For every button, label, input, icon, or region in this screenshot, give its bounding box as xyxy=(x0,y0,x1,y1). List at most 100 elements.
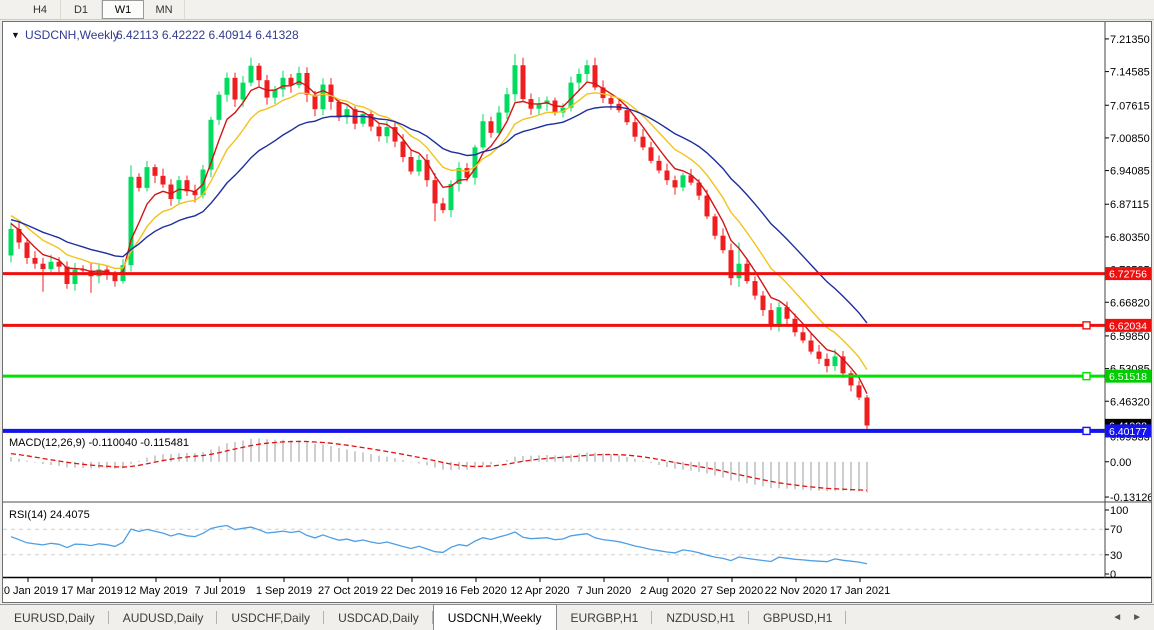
chart-tab-usdchf[interactable]: USDCHF,Daily xyxy=(217,605,324,630)
tabs-scroll-right-icon[interactable]: ► xyxy=(1132,612,1142,623)
line-handle[interactable] xyxy=(1083,373,1090,380)
date-axis-label: 22 Nov 2020 xyxy=(765,585,827,597)
rsi-axis-label: 100 xyxy=(1110,505,1128,517)
candle-body xyxy=(289,78,294,85)
chart-tab-gbpusd[interactable]: GBPUSD,H1 xyxy=(749,605,846,630)
date-axis-label: 16 Feb 2020 xyxy=(445,585,507,597)
candle-body xyxy=(833,356,838,366)
candle-body xyxy=(633,122,638,136)
price-badge-label: 6.40177 xyxy=(1109,426,1147,438)
candle-body xyxy=(681,175,686,187)
candle-body xyxy=(489,121,494,133)
price-badge-label: 6.62034 xyxy=(1109,320,1147,332)
candle-body xyxy=(49,262,54,269)
date-axis-label: 7 Jul 2019 xyxy=(195,585,246,597)
price-axis-label: 6.80350 xyxy=(1110,232,1150,244)
chart-tab-eurusd[interactable]: EURUSD,Daily xyxy=(0,605,109,630)
candle-body xyxy=(305,73,310,95)
chart-tab-usdcad[interactable]: USDCAD,Daily xyxy=(324,605,433,630)
candle-body xyxy=(449,184,454,210)
candle-body xyxy=(665,171,670,181)
candle-body xyxy=(609,98,614,104)
candle-body xyxy=(25,242,30,257)
symbol-dropdown-icon[interactable]: ▼ xyxy=(11,30,20,40)
date-axis-label: 27 Sep 2020 xyxy=(701,585,763,597)
chart-tab-nzdusd[interactable]: NZDUSD,H1 xyxy=(652,605,749,630)
timeframe-button-mn[interactable]: MN xyxy=(144,0,185,19)
candle-body xyxy=(417,160,422,172)
date-axis-label: 17 Mar 2019 xyxy=(61,585,123,597)
chart-tabs-bar: EURUSD,DailyAUDUSD,DailyUSDCHF,DailyUSDC… xyxy=(0,604,1154,630)
candle-body xyxy=(577,74,582,83)
candle-body xyxy=(249,66,254,83)
chart-title-symbol: USDCNH,Weekly xyxy=(25,28,119,42)
chart-tab-eurgbp[interactable]: EURGBP,H1 xyxy=(557,605,653,630)
candle-body xyxy=(217,95,222,120)
candle-body xyxy=(137,177,142,188)
price-badge-label: 6.51518 xyxy=(1109,371,1147,383)
candle-body xyxy=(241,83,246,100)
candle-body xyxy=(433,180,438,203)
date-axis-label: 22 Dec 2019 xyxy=(381,585,443,597)
candle-body xyxy=(441,203,446,210)
candle-body xyxy=(753,281,758,295)
candle-body xyxy=(153,167,158,176)
price-axis-label: 7.07615 xyxy=(1110,100,1150,112)
timeframe-button-h4[interactable]: H4 xyxy=(20,0,61,19)
date-axis-label: 1 Sep 2019 xyxy=(256,585,312,597)
candle-body xyxy=(169,185,174,199)
candle-body xyxy=(233,78,238,100)
candle-body xyxy=(513,65,518,94)
candle-body xyxy=(505,94,510,112)
chart-tab-audusd[interactable]: AUDUSD,Daily xyxy=(109,605,218,630)
timeframe-button-d1[interactable]: D1 xyxy=(61,0,102,19)
price-axis-label: 6.46320 xyxy=(1110,396,1150,408)
candle-body xyxy=(265,80,270,97)
candle-body xyxy=(825,359,830,366)
candle-body xyxy=(225,78,230,95)
candle-body xyxy=(569,83,574,108)
date-axis-label: 2 Aug 2020 xyxy=(640,585,696,597)
chart-tab-usdcnh[interactable]: USDCNH,Weekly xyxy=(433,604,557,630)
candle-body xyxy=(145,167,150,188)
timeframe-button-w1[interactable]: W1 xyxy=(102,0,144,19)
chart-window[interactable]: 7.213507.145857.076157.008506.940856.871… xyxy=(2,21,1152,603)
macd-indicator-label: MACD(12,26,9) -0.110040 -0.115481 xyxy=(9,437,189,449)
date-axis-label: 12 Apr 2020 xyxy=(510,585,569,597)
candle-body xyxy=(777,307,782,324)
candle-body xyxy=(857,385,862,397)
rsi-axis-label: 0 xyxy=(1110,569,1116,581)
candle-body xyxy=(161,176,166,185)
ma-fast-red xyxy=(11,82,867,394)
price-axis-label: 7.00850 xyxy=(1110,133,1150,145)
candle-body xyxy=(401,142,406,157)
candle-body xyxy=(657,161,662,171)
candle-body xyxy=(33,258,38,264)
date-axis-label: 20 Jan 2019 xyxy=(3,585,58,597)
price-axis-label: 7.14585 xyxy=(1110,67,1150,79)
candle-body xyxy=(73,270,78,284)
candle-body xyxy=(361,114,366,124)
candle-body xyxy=(521,65,526,99)
price-axis-label: 6.66820 xyxy=(1110,297,1150,309)
candle-body xyxy=(321,85,326,110)
tabs-scroll-left-icon[interactable]: ◄ xyxy=(1112,612,1122,623)
line-handle[interactable] xyxy=(1083,322,1090,329)
candle-body xyxy=(377,127,382,137)
candle-body xyxy=(41,264,46,269)
candle-body xyxy=(865,397,870,425)
rsi-axis-label: 70 xyxy=(1110,524,1122,536)
candle-body xyxy=(769,310,774,324)
date-axis-label: 7 Jun 2020 xyxy=(577,585,631,597)
ma-slow-blue xyxy=(11,107,867,323)
date-axis-label: 12 May 2019 xyxy=(124,585,188,597)
line-handle[interactable] xyxy=(1083,427,1090,434)
candle-body xyxy=(673,180,678,187)
price-chart-canvas[interactable]: 7.213507.145857.076157.008506.940856.871… xyxy=(3,22,1151,602)
candle-body xyxy=(9,229,14,256)
candle-body xyxy=(705,196,710,217)
price-axis-label: 6.59850 xyxy=(1110,331,1150,343)
candle-body xyxy=(641,137,646,148)
candle-body xyxy=(497,113,502,133)
candle-body xyxy=(737,264,742,278)
